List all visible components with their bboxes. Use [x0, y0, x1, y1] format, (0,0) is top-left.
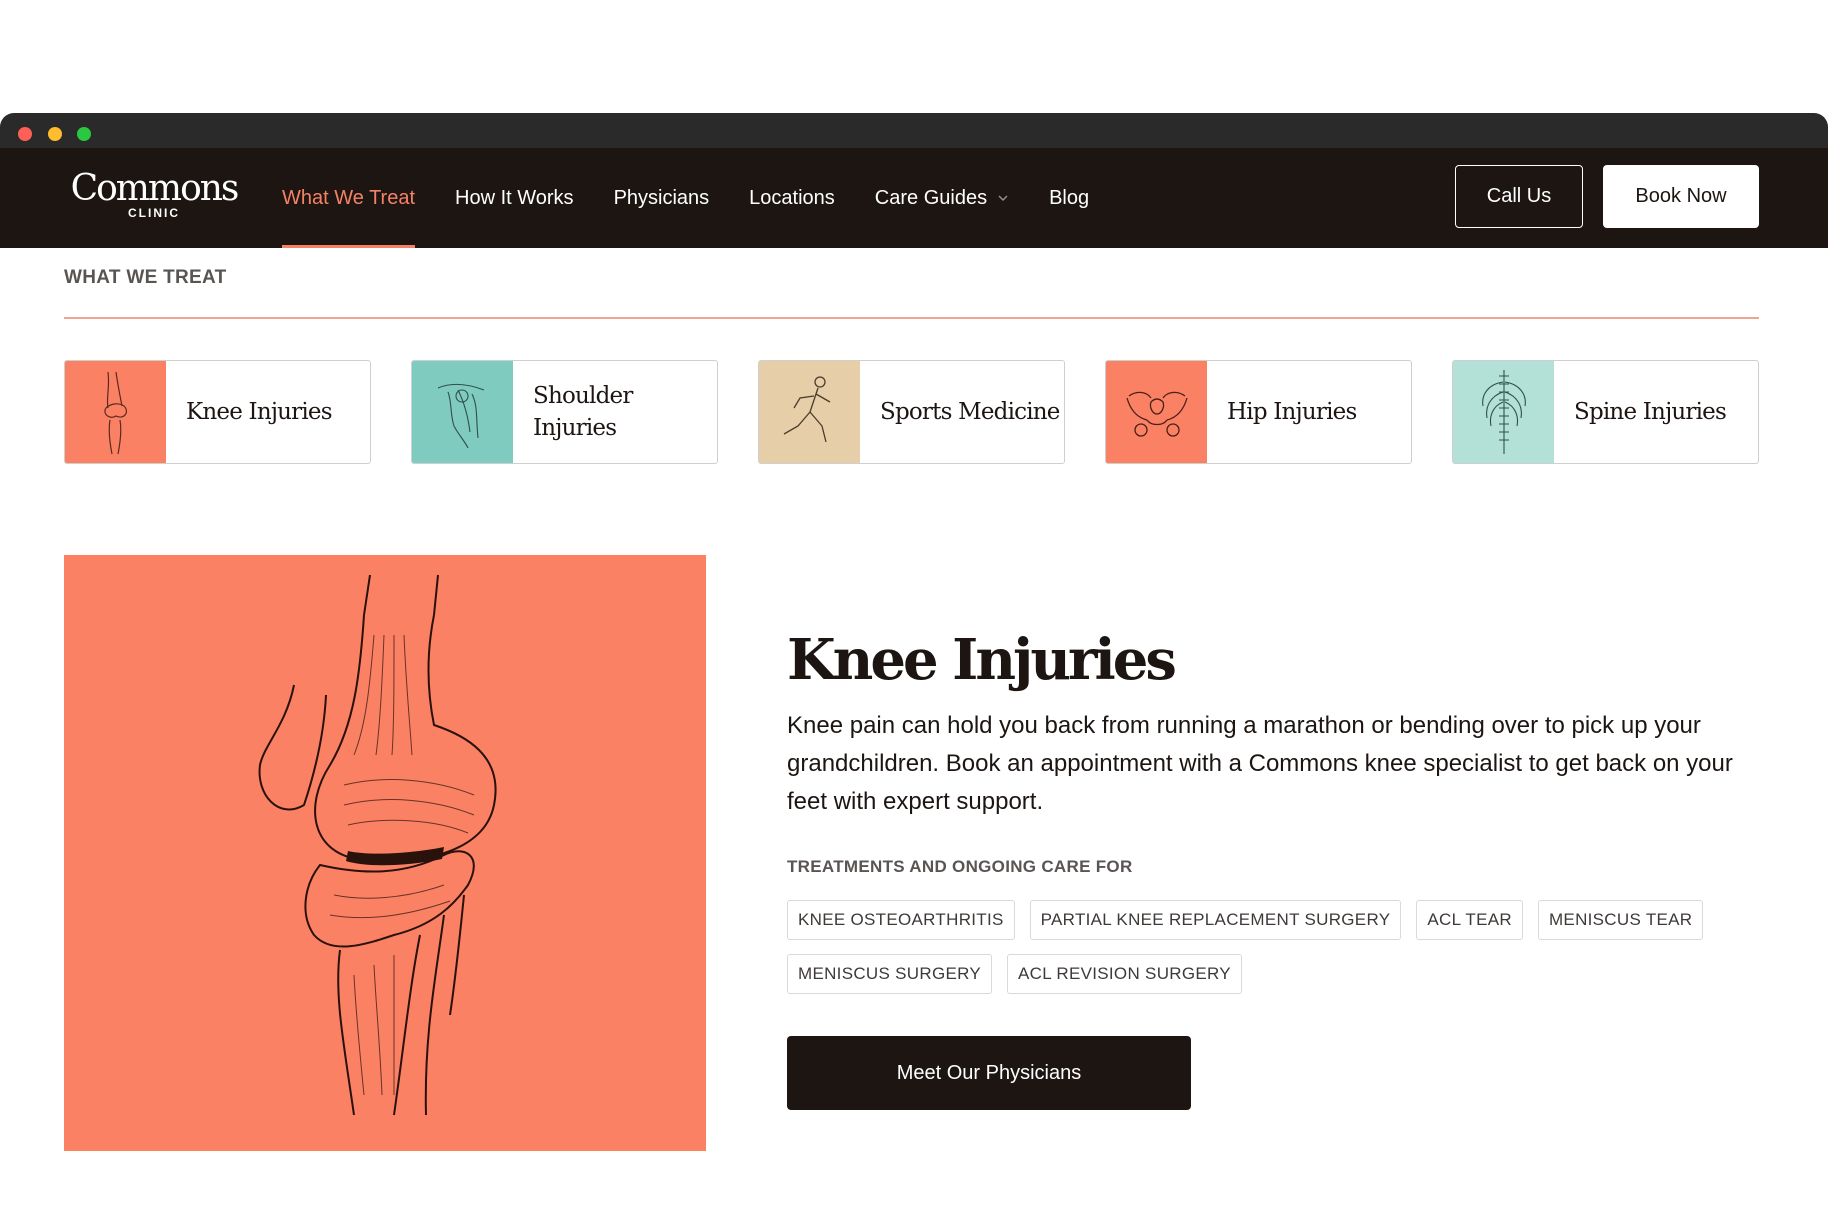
- nav-item-what-we-treat[interactable]: What We Treat: [282, 148, 416, 248]
- detail-title: Knee Injuries: [787, 627, 1177, 693]
- detail-panel: Knee Injuries Knee pain can hold you bac…: [787, 625, 1767, 1110]
- category-card-hip[interactable]: Hip Injuries: [1105, 360, 1412, 464]
- runner-illustration-icon: [759, 361, 860, 463]
- category-label: Spine Injuries: [1574, 399, 1727, 425]
- book-now-button[interactable]: Book Now: [1603, 165, 1759, 228]
- nav-item-care-guides-label: Care Guides: [874, 186, 988, 209]
- nav-links: What We Treat How It Works Physicians Lo…: [282, 148, 1129, 248]
- category-card-sports-medicine[interactable]: Sports Medicine: [758, 360, 1065, 464]
- knee-illustration-icon: [65, 361, 166, 463]
- category-card-shoulder[interactable]: Shoulder Injuries: [411, 360, 718, 464]
- category-card-spine[interactable]: Spine Injuries: [1452, 360, 1759, 464]
- nav-item-care-guides[interactable]: Care Guides: [875, 148, 1009, 248]
- top-navigation: Commons CLINIC What We Treat How It Work…: [0, 148, 1828, 248]
- treatment-tags: KNEE OSTEOARTHRITIS PARTIAL KNEE REPLACE…: [787, 900, 1747, 1008]
- category-card-knee[interactable]: Knee Injuries: [64, 360, 371, 464]
- category-cards: Knee Injuries Shoulder Injuries Sports M…: [64, 360, 1759, 464]
- category-label: Shoulder Injuries: [533, 383, 633, 441]
- section-divider: [64, 317, 1759, 319]
- category-label: Knee Injuries: [186, 399, 333, 425]
- category-label: Sports Medicine: [880, 399, 1060, 425]
- knee-anatomy-illustration: [64, 555, 706, 1151]
- commons-logo[interactable]: Commons CLINIC: [64, 168, 244, 221]
- close-window-icon[interactable]: [18, 127, 32, 141]
- nav-item-locations[interactable]: Locations: [749, 148, 835, 248]
- browser-titlebar: [0, 113, 1828, 148]
- detail-description: Knee pain can hold you back from running…: [787, 712, 1733, 815]
- shoulder-illustration-icon: [412, 361, 513, 463]
- maximize-window-icon[interactable]: [77, 127, 91, 141]
- spine-illustration-icon: [1453, 361, 1554, 463]
- nav-item-how-it-works[interactable]: How It Works: [455, 148, 574, 248]
- treatment-tag[interactable]: PARTIAL KNEE REPLACEMENT SURGERY: [1029, 900, 1402, 940]
- category-label: Hip Injuries: [1227, 399, 1357, 425]
- logo-wordmark: Commons: [70, 168, 240, 209]
- nav-item-physicians[interactable]: Physicians: [614, 148, 710, 248]
- minimize-window-icon[interactable]: [48, 127, 62, 141]
- chevron-down-icon: [998, 195, 1008, 201]
- treatments-subhead: TREATMENTS AND ONGOING CARE FOR: [787, 857, 1133, 876]
- section-label: WHAT WE TREAT: [64, 267, 227, 288]
- treatment-tag[interactable]: MENISCUS SURGERY: [787, 954, 993, 994]
- treatment-tag[interactable]: KNEE OSTEOARTHRITIS: [787, 900, 1015, 940]
- pelvis-illustration-icon: [1106, 361, 1207, 463]
- nav-item-blog[interactable]: Blog: [1049, 148, 1089, 248]
- browser-window: Commons CLINIC What We Treat How It Work…: [0, 113, 1828, 1213]
- treatment-tag[interactable]: ACL REVISION SURGERY: [1007, 954, 1242, 994]
- call-us-button[interactable]: Call Us: [1455, 165, 1583, 228]
- treatment-tag[interactable]: MENISCUS TEAR: [1537, 900, 1704, 940]
- treatment-tag[interactable]: ACL TEAR: [1416, 900, 1523, 940]
- meet-our-physicians-button[interactable]: Meet Our Physicians: [787, 1036, 1191, 1110]
